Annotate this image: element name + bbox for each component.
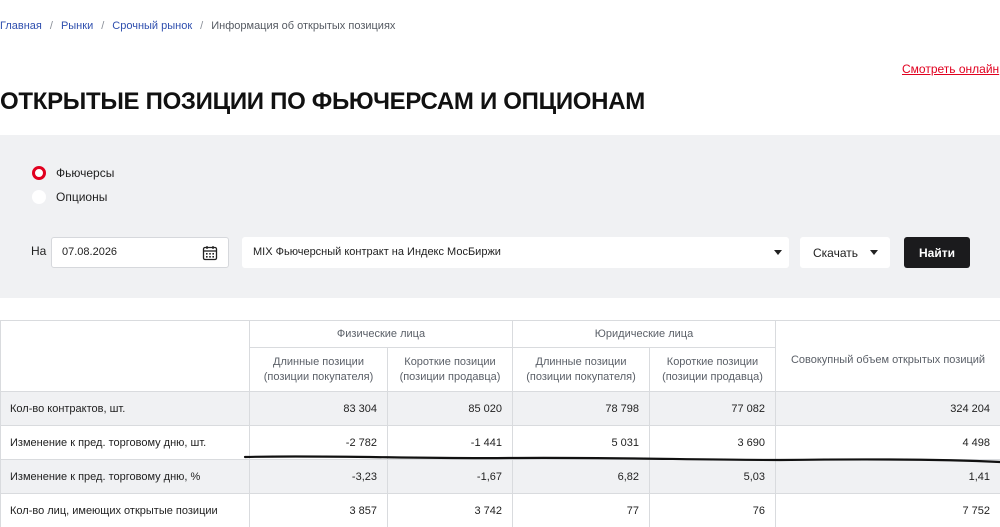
date-field[interactable] <box>51 237 229 268</box>
row-label: Изменение к пред. торговому дню, % <box>0 459 250 494</box>
row-label: Изменение к пред. торговому дню, шт. <box>0 425 250 460</box>
breadcrumb-current: Информация об открытых позициях <box>211 20 396 32</box>
breadcrumb-separator: / <box>200 20 204 32</box>
table-cell: 76 <box>649 493 776 527</box>
radio-options-label: Опционы <box>56 190 108 204</box>
page-title: ОТКРЫТЫЕ ПОЗИЦИИ ПО ФЬЮЧЕРСАМ И ОПЦИОНАМ <box>0 88 645 115</box>
breadcrumb-separator: / <box>49 20 53 32</box>
table-row: Изменение к пред. торговому дню, % -3,23… <box>0 459 1000 494</box>
radio-options[interactable]: Опционы <box>32 190 107 204</box>
table-subheader-short: Короткие позиции (позиции продавца) <box>649 347 776 392</box>
table-header-empty <box>0 320 250 392</box>
table-cell: 6,82 <box>512 459 650 494</box>
table-cell: 85 020 <box>387 391 513 426</box>
table-cell: 5 031 <box>512 425 650 460</box>
radio-checked-icon <box>32 166 46 180</box>
table-row: Кол-во контрактов, шт. 83 304 85 020 78 … <box>0 391 1000 426</box>
table-subheader-long: Длинные позиции (позиции покупателя) <box>249 347 388 392</box>
radio-futures-label: Фьючерсы <box>56 166 115 180</box>
watch-online-link[interactable]: Смотреть онлайн <box>902 62 999 76</box>
download-button-label: Скачать <box>813 246 858 260</box>
table-cell: 78 798 <box>512 391 650 426</box>
date-label: На <box>31 244 47 258</box>
breadcrumb: Главная / Рынки / Срочный рынок / Информация о… <box>0 20 395 32</box>
table-cell: -1,67 <box>387 459 513 494</box>
table-header-legal-entities: Юридические лица <box>512 320 776 348</box>
table-cell: 3 742 <box>387 493 513 527</box>
table-cell: -1 441 <box>387 425 513 460</box>
chevron-down-icon <box>774 250 782 255</box>
table-cell: -3,23 <box>249 459 388 494</box>
download-button[interactable]: Скачать <box>800 237 890 268</box>
table-cell: 324 204 <box>775 391 1000 426</box>
table-cell: 77 <box>512 493 650 527</box>
filter-panel: Фьючерсы Опционы На MIX Фьючерсный контр… <box>0 135 1000 298</box>
instrument-select[interactable]: MIX Фьючерсный контракт на Индекс МосБир… <box>242 237 789 268</box>
table-cell: 3 857 <box>249 493 388 527</box>
radio-unchecked-icon <box>32 190 46 204</box>
table-cell: 1,41 <box>775 459 1000 494</box>
table-cell: 5,03 <box>649 459 776 494</box>
table-cell: 83 304 <box>249 391 388 426</box>
breadcrumb-link-markets[interactable]: Рынки <box>61 20 93 32</box>
breadcrumb-link-home[interactable]: Главная <box>0 20 42 32</box>
breadcrumb-separator: / <box>101 20 105 32</box>
row-label: Кол-во контрактов, шт. <box>0 391 250 426</box>
table-cell: 4 498 <box>775 425 1000 460</box>
row-label: Кол-во лиц, имеющих открытые позиции <box>0 493 250 527</box>
table-row: Кол-во лиц, имеющих открытые позиции 3 8… <box>0 493 1000 527</box>
table-row: Изменение к пред. торговому дню, шт. -2 … <box>0 425 1000 460</box>
table-cell: 7 752 <box>775 493 1000 527</box>
table-cell: 3 690 <box>649 425 776 460</box>
breadcrumb-link-derivatives[interactable]: Срочный рынок <box>112 20 192 32</box>
table-header-individuals: Физические лица <box>249 320 513 348</box>
find-button[interactable]: Найти <box>904 237 970 268</box>
instrument-select-value: MIX Фьючерсный контракт на Индекс МосБир… <box>253 246 501 258</box>
open-positions-table: Физические лица Юридические лица Совокуп… <box>0 320 1000 527</box>
table-subheader-short: Короткие позиции (позиции продавца) <box>387 347 513 392</box>
table-cell: -2 782 <box>249 425 388 460</box>
table-subheader-long: Длинные позиции (позиции покупателя) <box>512 347 650 392</box>
date-input[interactable] <box>62 246 192 258</box>
radio-futures[interactable]: Фьючерсы <box>32 166 114 180</box>
table-cell: 77 082 <box>649 391 776 426</box>
table-header-total: Совокупный объем открытых позиций <box>775 320 1000 392</box>
chevron-down-icon <box>870 250 878 255</box>
calendar-icon[interactable] <box>202 245 218 261</box>
